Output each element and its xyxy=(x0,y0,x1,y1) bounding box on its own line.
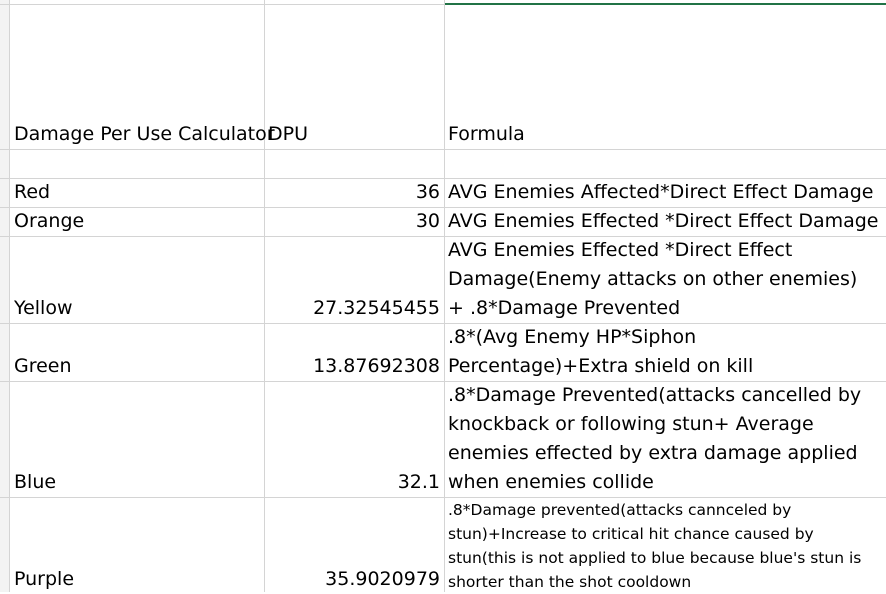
formula-cell[interactable]: AVG Enemies Effected *Direct Effect Dama… xyxy=(444,236,874,323)
color-name-cell[interactable]: Orange xyxy=(10,207,264,236)
selected-column-indicator xyxy=(445,3,886,5)
formula-cell[interactable]: AVG Enemies Effected *Direct Effect Dama… xyxy=(444,207,886,236)
color-name-cell[interactable]: Green xyxy=(10,352,264,381)
color-name-cell[interactable]: Red xyxy=(10,178,264,207)
gridline xyxy=(0,149,886,150)
dpu-value-cell[interactable]: 36 xyxy=(264,178,444,207)
dpu-value-cell[interactable]: 30 xyxy=(264,207,444,236)
formula-cell[interactable]: AVG Enemies Affected*Direct Effect Damag… xyxy=(444,178,886,207)
color-name-cell[interactable]: Purple xyxy=(10,565,264,594)
header-formula-cell[interactable]: Formula xyxy=(444,120,886,149)
row-header-strip xyxy=(0,0,10,592)
color-name-cell[interactable]: Yellow xyxy=(10,294,264,323)
header-dpu-cell[interactable]: DPU xyxy=(264,120,444,149)
dpu-value-cell[interactable]: 32.1 xyxy=(264,468,444,497)
formula-cell[interactable]: .8*(Avg Enemy HP*Siphon Percentage)+Extr… xyxy=(444,323,874,381)
dpu-value-cell[interactable]: 35.9020979 xyxy=(264,565,444,594)
formula-cell[interactable]: .8*Damage prevented(attacks cannceled by… xyxy=(444,498,884,594)
dpu-value-cell[interactable]: 27.32545455 xyxy=(264,294,444,323)
color-name-cell[interactable]: Blue xyxy=(10,468,264,497)
formula-cell[interactable]: .8*Damage Prevented(attacks cancelled by… xyxy=(444,381,882,497)
dpu-value-cell[interactable]: 13.87692308 xyxy=(264,352,444,381)
header-calculator-cell[interactable]: Damage Per Use Calculator xyxy=(10,120,275,149)
spreadsheet-grid: Damage Per Use Calculator DPU Formula Re… xyxy=(0,0,886,592)
